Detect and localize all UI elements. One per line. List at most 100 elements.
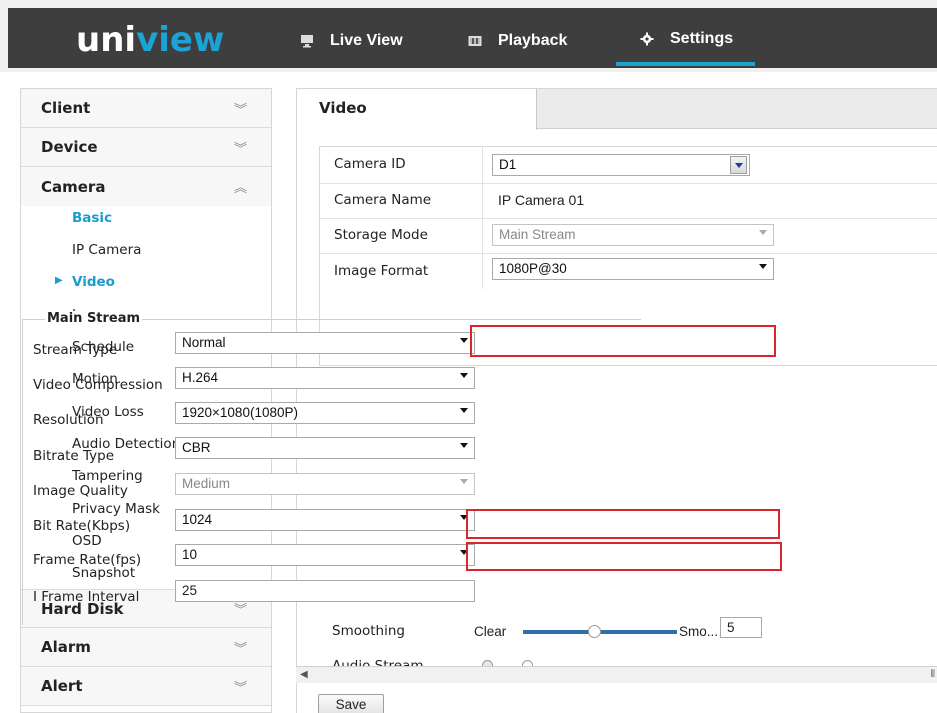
row-storage-mode: Storage Mode Main Stream: [320, 218, 937, 252]
sidebar-item-ip-camera[interactable]: IP Camera: [21, 234, 271, 266]
stream-type-label: Stream Type: [33, 342, 118, 358]
sidebar-item-video[interactable]: ▶ Video: [21, 266, 271, 298]
chevron-down-icon: ︾: [233, 680, 247, 696]
dropdown-button-icon: [730, 156, 747, 174]
scroll-right-icon[interactable]: ⦀: [931, 669, 935, 680]
top-nav-bar: uniview Live View Playback Settings: [8, 8, 937, 68]
sidebar-section-alert[interactable]: Alert ︾: [21, 667, 271, 707]
sidebar-section-label: Client: [41, 99, 91, 117]
bit-rate-value: 1024: [182, 512, 213, 527]
sidebar-section-client[interactable]: Client ︾: [21, 89, 271, 128]
monitor-icon: [300, 34, 314, 48]
dropdown-arrow-icon: [460, 479, 468, 484]
storage-mode-select: Main Stream: [492, 224, 774, 246]
sidebar-section-label: Alert: [41, 677, 83, 696]
dropdown-arrow-icon: [460, 338, 468, 343]
i-frame-interval-value: 25: [182, 583, 198, 598]
resolution-label: Resolution: [33, 412, 104, 428]
camera-id-select[interactable]: D1: [492, 154, 750, 176]
sidebar-item-label: Video: [72, 274, 115, 291]
film-icon: [468, 34, 482, 48]
main-stream-group: Main Stream Stream Type Normal Video Com…: [22, 311, 641, 625]
image-format-select[interactable]: 1080P@30: [492, 258, 774, 280]
bitrate-type-label: Bitrate Type: [33, 448, 115, 464]
i-frame-interval-label: I Frame Interval: [33, 589, 140, 605]
nav-settings[interactable]: Settings: [616, 16, 756, 66]
caret-right-icon: ▶: [55, 275, 63, 287]
highlight-bit-rate: [466, 509, 780, 539]
camera-id-value: D1: [499, 157, 517, 172]
smoothing-clear-label: Clear: [474, 624, 507, 639]
audio-stream-row-clipped: Audio Stream: [332, 652, 932, 666]
sidebar-item-basic[interactable]: Basic: [21, 206, 271, 234]
stream-type-select[interactable]: Normal: [175, 332, 475, 354]
sidebar-section-label: Camera: [41, 177, 106, 196]
image-quality-select: Medium: [175, 473, 475, 495]
image-quality-label: Image Quality: [33, 483, 128, 499]
chevron-up-icon: ︽: [233, 181, 247, 196]
dropdown-arrow-icon: [460, 373, 468, 378]
tab-bar: Video: [297, 89, 937, 130]
nav-playback-label: Playback: [498, 32, 568, 49]
smoothing-label: Smoothing: [332, 623, 405, 639]
scroll-left-icon[interactable]: ◀: [300, 669, 308, 680]
bitrate-type-value: CBR: [182, 440, 211, 455]
frame-rate-value: 10: [182, 547, 198, 562]
tab-video[interactable]: Video: [297, 89, 537, 130]
sidebar-section-label: Alarm: [41, 638, 91, 657]
smoothing-smooth-label: Smo...: [679, 624, 719, 639]
nav-playback[interactable]: Playback: [468, 16, 567, 66]
resolution-select[interactable]: 1920×1080(1080P): [175, 402, 475, 424]
nav-live-view[interactable]: Live View: [300, 16, 403, 66]
camera-name-value: IP Camera 01: [498, 192, 585, 208]
bit-rate-label: Bit Rate(Kbps): [33, 518, 131, 534]
dropdown-arrow-icon: [759, 230, 767, 235]
horizontal-scrollbar[interactable]: ◀ ⦀: [296, 666, 937, 683]
smoothing-slider-knob[interactable]: [588, 625, 601, 638]
sidebar-section-device[interactable]: Device ︾: [21, 128, 271, 167]
frame-rate-label: Frame Rate(fps): [33, 552, 142, 568]
highlight-stream-type: [470, 325, 776, 357]
main-stream-legend: Main Stream: [45, 311, 143, 326]
image-format-label: Image Format: [334, 263, 429, 279]
audio-stream-label: Audio Stream: [332, 658, 424, 666]
i-frame-interval-input[interactable]: 25: [175, 580, 475, 602]
chevron-down-icon: ︾: [233, 102, 247, 118]
row-camera-id: Camera ID D1: [320, 147, 937, 181]
camera-id-label: Camera ID: [334, 156, 406, 172]
sidebar-item-label: Basic: [72, 210, 113, 226]
top-bar: uniview Live View Playback Settings: [0, 0, 937, 72]
bitrate-type-select[interactable]: CBR: [175, 437, 475, 459]
video-compression-value: H.264: [182, 370, 219, 385]
bit-rate-select[interactable]: 1024: [175, 509, 475, 531]
sidebar-section-camera[interactable]: Camera ︽: [21, 167, 271, 206]
image-quality-value: Medium: [182, 476, 231, 491]
dropdown-arrow-icon: [460, 443, 468, 448]
video-compression-select[interactable]: H.264: [175, 367, 475, 389]
logo-text-view: view: [136, 20, 225, 60]
storage-mode-value: Main Stream: [499, 227, 576, 242]
frame-rate-select[interactable]: 10: [175, 544, 475, 566]
resolution-value: 1920×1080(1080P): [182, 405, 298, 420]
chevron-down-icon: ︾: [233, 641, 247, 657]
nav-live-view-label: Live View: [330, 32, 403, 49]
sidebar-item-label: IP Camera: [72, 242, 142, 259]
chevron-down-icon: ︾: [233, 141, 247, 157]
dropdown-arrow-icon: [460, 408, 468, 413]
smoothing-value-input[interactable]: 5: [720, 617, 762, 638]
dropdown-arrow-icon: [759, 264, 767, 269]
storage-mode-label: Storage Mode: [334, 227, 428, 243]
row-image-format: Image Format 1080P@30: [320, 254, 937, 288]
image-format-value: 1080P@30: [499, 261, 567, 276]
stream-type-value: Normal: [182, 335, 226, 350]
sidebar-section-label: Device: [41, 138, 98, 156]
smoothing-value: 5: [727, 620, 735, 635]
row-camera-name: Camera Name IP Camera 01: [320, 183, 937, 217]
save-button[interactable]: Save: [318, 694, 384, 713]
uniview-logo: uniview: [76, 20, 224, 60]
video-compression-label: Video Compression: [33, 377, 163, 393]
camera-name-label: Camera Name: [334, 192, 432, 208]
sidebar-section-alarm[interactable]: Alarm ︾: [21, 628, 271, 668]
logo-text-uni: uni: [76, 20, 137, 60]
nav-settings-label: Settings: [670, 30, 734, 47]
